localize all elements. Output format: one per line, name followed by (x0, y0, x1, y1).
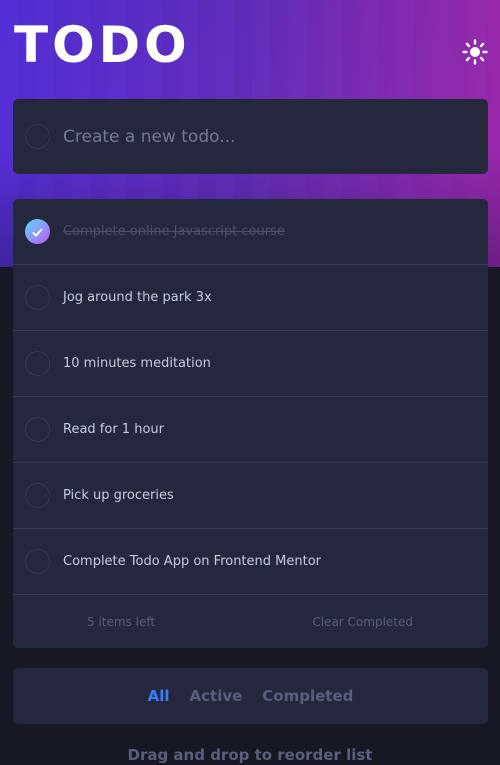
todo-checkbox[interactable] (25, 549, 50, 574)
filter-bar: All Active Completed (13, 668, 488, 724)
check-icon (32, 222, 43, 241)
todo-text: Pick up groceries (63, 488, 174, 503)
todo-item[interactable]: Jog around the park 3x (13, 265, 488, 331)
todo-text: 10 minutes meditation (63, 356, 211, 371)
filter-all[interactable]: All (148, 687, 170, 705)
todo-text: Complete online Javascript course (63, 224, 285, 239)
todo-checkbox[interactable] (25, 417, 50, 442)
new-todo-card (13, 99, 488, 174)
todo-checkbox[interactable] (25, 219, 50, 244)
app-title: TODO (14, 16, 191, 74)
sun-icon (462, 39, 488, 69)
todo-item[interactable]: Complete Todo App on Frontend Mentor (13, 529, 488, 595)
theme-toggle-button[interactable] (459, 38, 491, 70)
filter-completed[interactable]: Completed (262, 687, 353, 705)
todo-text: Complete Todo App on Frontend Mentor (63, 554, 322, 569)
todo-item[interactable]: Complete online Javascript course (13, 199, 488, 265)
todo-item[interactable]: Pick up groceries (13, 463, 488, 529)
todo-checkbox[interactable] (25, 483, 50, 508)
todo-item[interactable]: Read for 1 hour (13, 397, 488, 463)
filter-active[interactable]: Active (190, 687, 243, 705)
new-todo-input[interactable] (63, 126, 453, 147)
todo-checkbox[interactable] (25, 351, 50, 376)
new-todo-check-circle[interactable] (25, 124, 50, 149)
items-left-count: 5 items left (87, 614, 156, 629)
list-footer: 5 items left Clear Completed (13, 595, 488, 648)
todo-item[interactable]: 10 minutes meditation (13, 331, 488, 397)
clear-completed-button[interactable]: Clear Completed (312, 615, 413, 629)
todo-list: Complete online Javascript course Jog ar… (13, 199, 488, 648)
todo-checkbox[interactable] (25, 285, 50, 310)
todo-text: Read for 1 hour (63, 422, 164, 437)
reorder-hint: Drag and drop to reorder list (127, 746, 373, 764)
todo-text: Jog around the park 3x (63, 290, 212, 305)
